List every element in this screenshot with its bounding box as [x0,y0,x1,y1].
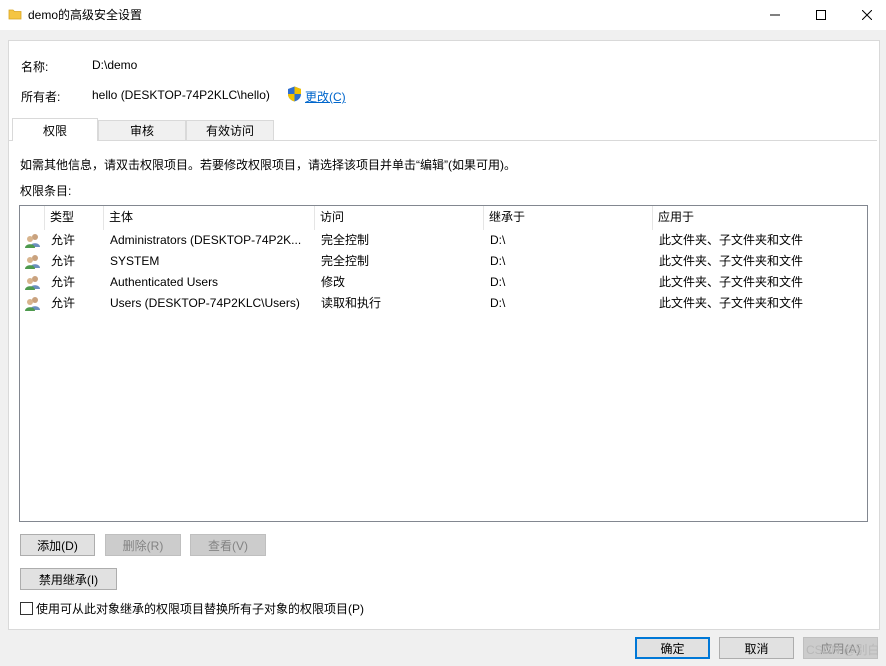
disable-inheritance-button[interactable]: 禁用继承(I) [20,568,117,590]
cell-type: 允许 [51,296,76,310]
cancel-button[interactable]: 取消 [719,637,794,659]
cell-inherited: D:\ [490,254,506,268]
users-icon [25,297,40,311]
cell-access: 读取和执行 [321,296,382,310]
replace-child-permissions-label[interactable]: 使用可从此对象继承的权限项目替换所有子对象的权限项目(P) [36,600,364,617]
cell-applies: 此文件夹、子文件夹和文件 [659,275,804,289]
column-header-inherited[interactable]: 继承于 [484,206,653,230]
table-row[interactable]: 允许 Authenticated Users 修改 D:\ 此文件夹、子文件夹和… [20,272,867,293]
maximize-icon [816,10,826,20]
cell-applies: 此文件夹、子文件夹和文件 [659,296,804,310]
column-header-applies[interactable]: 应用于 [653,206,867,230]
users-icon [25,234,40,248]
cell-inherited: D:\ [490,233,506,247]
table-row[interactable]: 允许 SYSTEM 完全控制 D:\ 此文件夹、子文件夹和文件 [20,251,867,272]
column-header-principal[interactable]: 主体 [104,206,315,230]
tab-label: 审核 [129,124,154,138]
table-row[interactable]: 允许 Administrators (DESKTOP-74P2K... 完全控制… [20,230,867,251]
cell-access: 完全控制 [321,233,370,247]
tab-divider [9,140,877,141]
remove-button[interactable]: 删除(R) [105,534,181,556]
entries-label: 权限条目: [20,184,72,198]
replace-child-permissions-checkbox[interactable] [20,602,33,615]
cell-principal: Users (DESKTOP-74P2KLC\Users) [110,296,300,310]
change-owner-link[interactable]: 更改(C) [305,88,346,105]
cell-access: 完全控制 [321,254,370,268]
column-header-icon [20,206,45,230]
list-header: 类型 主体 访问 继承于 应用于 [20,206,867,230]
cell-applies: 此文件夹、子文件夹和文件 [659,254,804,268]
instructions-text: 如需其他信息，请双击权限项目。若要修改权限项目，请选择该项目并单击“编辑”(如果… [20,158,516,172]
close-button[interactable] [844,0,886,30]
close-icon [862,10,872,20]
tab-auditing[interactable]: 审核 [98,120,186,140]
cell-principal: SYSTEM [110,254,160,268]
cell-type: 允许 [51,275,76,289]
tab-permissions[interactable]: 权限 [12,118,98,141]
tab-label: 权限 [42,123,67,138]
cell-type: 允许 [51,233,76,247]
column-header-type[interactable]: 类型 [45,206,104,230]
cell-inherited: D:\ [490,296,506,310]
users-icon [25,276,40,290]
view-button[interactable]: 查看(V) [190,534,266,556]
cell-type: 允许 [51,254,76,268]
cell-principal: Administrators (DESKTOP-74P2K... [110,233,302,247]
minimize-icon [770,14,780,16]
maximize-button[interactable] [798,0,844,30]
minimize-button[interactable] [752,0,798,30]
owner-label: 所有者: [21,90,61,104]
tab-effective-access[interactable]: 有效访问 [186,120,274,140]
name-label: 名称: [21,60,49,74]
title-bar: demo的高级安全设置 [0,0,886,30]
cell-principal: Authenticated Users [110,275,219,289]
shield-icon [288,86,301,102]
cell-access: 修改 [321,275,346,289]
window-title: demo的高级安全设置 [28,8,143,22]
ok-button[interactable]: 确定 [635,637,710,659]
cell-inherited: D:\ [490,275,506,289]
tab-label: 有效访问 [205,124,254,138]
table-row[interactable]: 允许 Users (DESKTOP-74P2KLC\Users) 读取和执行 D… [20,293,867,314]
name-value: D:\demo [92,58,138,72]
watermark-text: CSDN @别白 [806,643,880,657]
folder-icon [8,9,22,20]
users-icon [25,255,40,269]
add-button[interactable]: 添加(D) [20,534,95,556]
cell-applies: 此文件夹、子文件夹和文件 [659,233,804,247]
permission-entries-list[interactable]: 类型 主体 访问 继承于 应用于 允许 Administrators (DESK… [19,205,868,522]
owner-value: hello (DESKTOP-74P2KLC\hello) [92,88,270,102]
column-header-access[interactable]: 访问 [315,206,484,230]
